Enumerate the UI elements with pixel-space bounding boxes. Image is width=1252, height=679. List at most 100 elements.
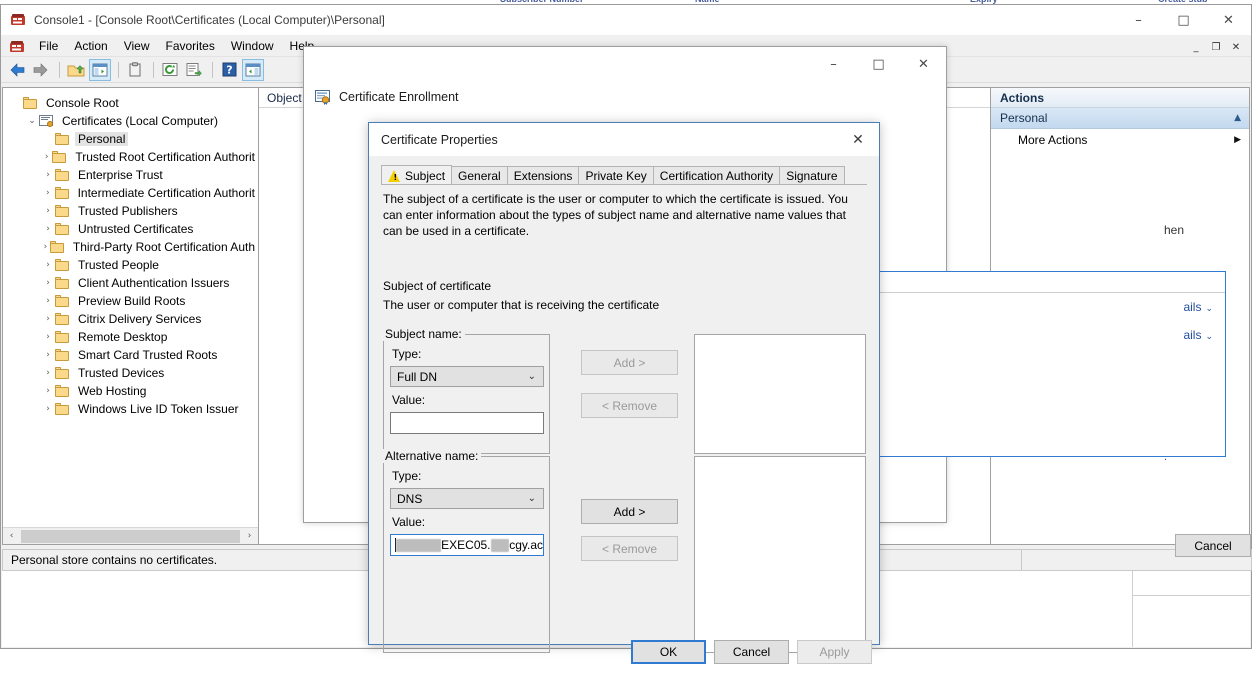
mmc-titlebar[interactable]: Console1 - [Console Root\Certificates (L…	[1, 5, 1251, 35]
chevron-down-icon[interactable]: ⌄	[528, 493, 536, 504]
actions-group-personal[interactable]: Personal ▲	[991, 108, 1249, 129]
refresh-icon[interactable]	[159, 59, 181, 81]
chevron-right-icon[interactable]: ›	[41, 224, 55, 234]
apply-button[interactable]: Apply	[797, 640, 872, 664]
tree-item[interactable]: › Trusted People	[9, 256, 258, 274]
tab-subject[interactable]: ! Subject	[381, 165, 453, 185]
alternative-remove-button[interactable]: < Remove	[581, 536, 678, 561]
enrollment-titlebar[interactable]: – □ ✕	[304, 47, 946, 85]
alternative-value-input[interactable]: EXEC05. cgy.ac	[390, 534, 544, 556]
doc-restore-icon[interactable]: ❐	[1207, 39, 1225, 55]
chevron-right-icon[interactable]: ›	[41, 350, 55, 360]
template-details-link[interactable]: ails ⌄	[1183, 328, 1213, 342]
chevron-right-icon[interactable]: ▶	[1234, 135, 1241, 145]
subject-name-listbox[interactable]	[694, 334, 866, 454]
subject-type-combobox[interactable]: Full DN ⌄	[390, 366, 544, 387]
tab-private-key[interactable]: Private Key	[578, 166, 654, 185]
menu-action[interactable]: Action	[66, 37, 115, 55]
chevron-right-icon[interactable]: ›	[41, 332, 55, 342]
tree-item[interactable]: Console Root	[9, 94, 258, 112]
chevron-right-icon[interactable]: ›	[41, 206, 55, 216]
tree-item[interactable]: › Web Hosting	[9, 382, 258, 400]
console-tree-pane[interactable]: Console Root ⌄ Certificates (Local Compute…	[2, 87, 259, 545]
subject-remove-button[interactable]: < Remove	[581, 393, 678, 418]
forward-icon[interactable]	[30, 59, 52, 81]
chevron-down-icon[interactable]: ⌄	[1205, 304, 1213, 314]
menu-view[interactable]: View	[116, 37, 158, 55]
chevron-right-icon[interactable]: ›	[41, 386, 55, 396]
close-icon[interactable]: ✕	[1206, 5, 1251, 35]
tree-item[interactable]: › Client Authentication Issuers	[9, 274, 258, 292]
chevron-up-icon[interactable]: ▲	[1234, 113, 1241, 123]
chevron-right-icon[interactable]: ›	[41, 278, 55, 288]
tab-signature[interactable]: Signature	[779, 166, 845, 185]
chevron-right-icon[interactable]: ›	[41, 260, 55, 270]
tree-item[interactable]: › Trusted Root Certification Authorit	[9, 148, 258, 166]
maximize-icon[interactable]: □	[856, 49, 901, 79]
chevron-down-icon[interactable]: ⌄	[25, 116, 39, 126]
tree-item[interactable]: › Windows Live ID Token Issuer	[9, 400, 258, 418]
ok-button[interactable]: OK	[631, 640, 706, 664]
scroll-left-icon[interactable]: ‹	[3, 528, 20, 545]
menu-file[interactable]: File	[31, 37, 66, 55]
show-hide-console-tree-icon[interactable]	[89, 58, 111, 81]
tree-horizontal-scrollbar[interactable]: ‹ ›	[3, 527, 258, 544]
tree-item[interactable]: › Untrusted Certificates	[9, 220, 258, 238]
tree-item[interactable]: › Intermediate Certification Authorit	[9, 184, 258, 202]
tree-item[interactable]: › Trusted Devices	[9, 364, 258, 382]
chevron-right-icon[interactable]: ›	[41, 170, 55, 180]
enrollment-warning-note: .	[1164, 451, 1168, 463]
window-title: Console1 - [Console Root\Certificates (L…	[34, 13, 385, 27]
tree-item[interactable]: › Trusted Publishers	[9, 202, 258, 220]
chevron-right-icon[interactable]: ›	[41, 368, 55, 378]
chevron-right-icon[interactable]: ›	[41, 152, 52, 162]
menu-favorites[interactable]: Favorites	[158, 37, 223, 55]
tree-item[interactable]: Personal	[9, 130, 258, 148]
tab-certification-authority[interactable]: Certification Authority	[652, 166, 781, 185]
template-details-link[interactable]: ails ⌄	[1183, 300, 1213, 314]
chevron-down-icon[interactable]: ⌄	[528, 371, 536, 382]
tree-item[interactable]: ⌄ Certificates (Local Computer)	[9, 112, 258, 130]
back-icon[interactable]	[6, 59, 28, 81]
close-icon[interactable]: ✕	[901, 49, 946, 79]
tree-item[interactable]: › Enterprise Trust	[9, 166, 258, 184]
close-icon[interactable]: ✕	[837, 123, 879, 156]
chevron-right-icon[interactable]: ›	[41, 296, 55, 306]
scroll-right-icon[interactable]: ›	[241, 528, 258, 545]
up-folder-icon[interactable]	[65, 59, 87, 81]
enrollment-cancel-button[interactable]: Cancel	[1175, 534, 1251, 557]
export-list-icon[interactable]	[183, 59, 205, 81]
alternative-add-button[interactable]: Add >	[581, 499, 678, 524]
doc-close-icon[interactable]: ✕	[1227, 39, 1245, 55]
properties-titlebar[interactable]: Certificate Properties ✕	[369, 123, 879, 156]
alternative-value-middle: EXEC05.	[441, 538, 491, 552]
alternative-type-combobox[interactable]: DNS ⌄	[390, 488, 544, 509]
action-more-actions[interactable]: More Actions ▶	[991, 129, 1249, 151]
chevron-right-icon[interactable]: ›	[41, 242, 50, 252]
chevron-down-icon[interactable]: ⌄	[1205, 332, 1213, 342]
help-icon[interactable]: ?	[218, 59, 240, 81]
folder-icon	[55, 295, 70, 307]
maximize-icon[interactable]: □	[1161, 5, 1206, 35]
tree-item[interactable]: › Remote Desktop	[9, 328, 258, 346]
menu-window[interactable]: Window	[223, 37, 282, 55]
show-action-pane-icon[interactable]	[242, 58, 264, 81]
chevron-right-icon[interactable]: ›	[41, 188, 55, 198]
minimize-icon[interactable]: –	[811, 49, 856, 79]
alternative-name-listbox[interactable]	[694, 456, 866, 653]
chevron-right-icon[interactable]: ›	[41, 314, 55, 324]
tab-extensions[interactable]: Extensions	[506, 166, 580, 185]
tree-item[interactable]: › Citrix Delivery Services	[9, 310, 258, 328]
subject-value-input[interactable]	[390, 412, 544, 434]
subject-add-button[interactable]: Add >	[581, 350, 678, 375]
minimize-icon[interactable]: –	[1116, 5, 1161, 35]
properties-clipboard-icon[interactable]	[124, 59, 146, 81]
cancel-button[interactable]: Cancel	[714, 640, 789, 664]
tree-item[interactable]: › Third-Party Root Certification Auth	[9, 238, 258, 256]
tree-item[interactable]: › Smart Card Trusted Roots	[9, 346, 258, 364]
doc-minimize-icon[interactable]: _	[1187, 39, 1205, 55]
chevron-right-icon[interactable]: ›	[41, 404, 55, 414]
tree-item[interactable]: › Preview Build Roots	[9, 292, 258, 310]
tab-general[interactable]: General	[451, 166, 508, 185]
scrollbar-thumb[interactable]	[21, 529, 240, 543]
